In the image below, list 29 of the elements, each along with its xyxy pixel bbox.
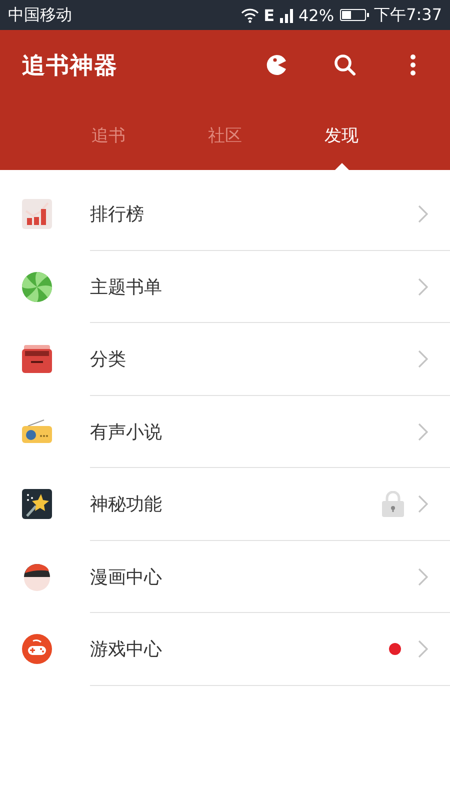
menu-item[interactable]: 排行榜: [0, 178, 450, 250]
chevron-right-icon: [418, 278, 428, 296]
chevron-right-icon: [418, 568, 428, 586]
bar-chart-icon: [22, 199, 52, 230]
menu-item[interactable]: 有声小说: [0, 396, 450, 468]
chevron-right-icon: [418, 495, 428, 514]
carrier-name: 中国移动: [8, 4, 72, 26]
network-type: E: [264, 6, 274, 24]
menu-item[interactable]: 主题书单: [0, 250, 450, 323]
menu-item[interactable]: 神秘功能: [0, 468, 450, 540]
candy-icon: [22, 272, 52, 302]
tab[interactable]: 发现: [283, 100, 400, 170]
chevron-right-icon: [418, 205, 428, 224]
clock: 下午7:37: [374, 4, 442, 26]
battery-icon: [340, 9, 366, 21]
battery-percent: 42%: [298, 6, 334, 24]
signal-icon: [278, 7, 294, 23]
chevron-right-icon: [418, 350, 428, 368]
menu-item[interactable]: 分类: [0, 323, 450, 396]
magic-wand-icon: [22, 489, 52, 520]
gamepad-icon: [22, 634, 52, 664]
chevron-right-icon: [418, 422, 428, 441]
wifi-icon: [240, 7, 260, 23]
menu-item[interactable]: 漫画中心: [0, 540, 450, 613]
cartoon-head-icon: [22, 562, 52, 592]
app-title: 追书神器: [22, 52, 119, 80]
drawer-icon: [22, 344, 52, 374]
chevron-right-icon: [418, 640, 428, 658]
menu-item[interactable]: 游戏中心: [0, 613, 450, 686]
